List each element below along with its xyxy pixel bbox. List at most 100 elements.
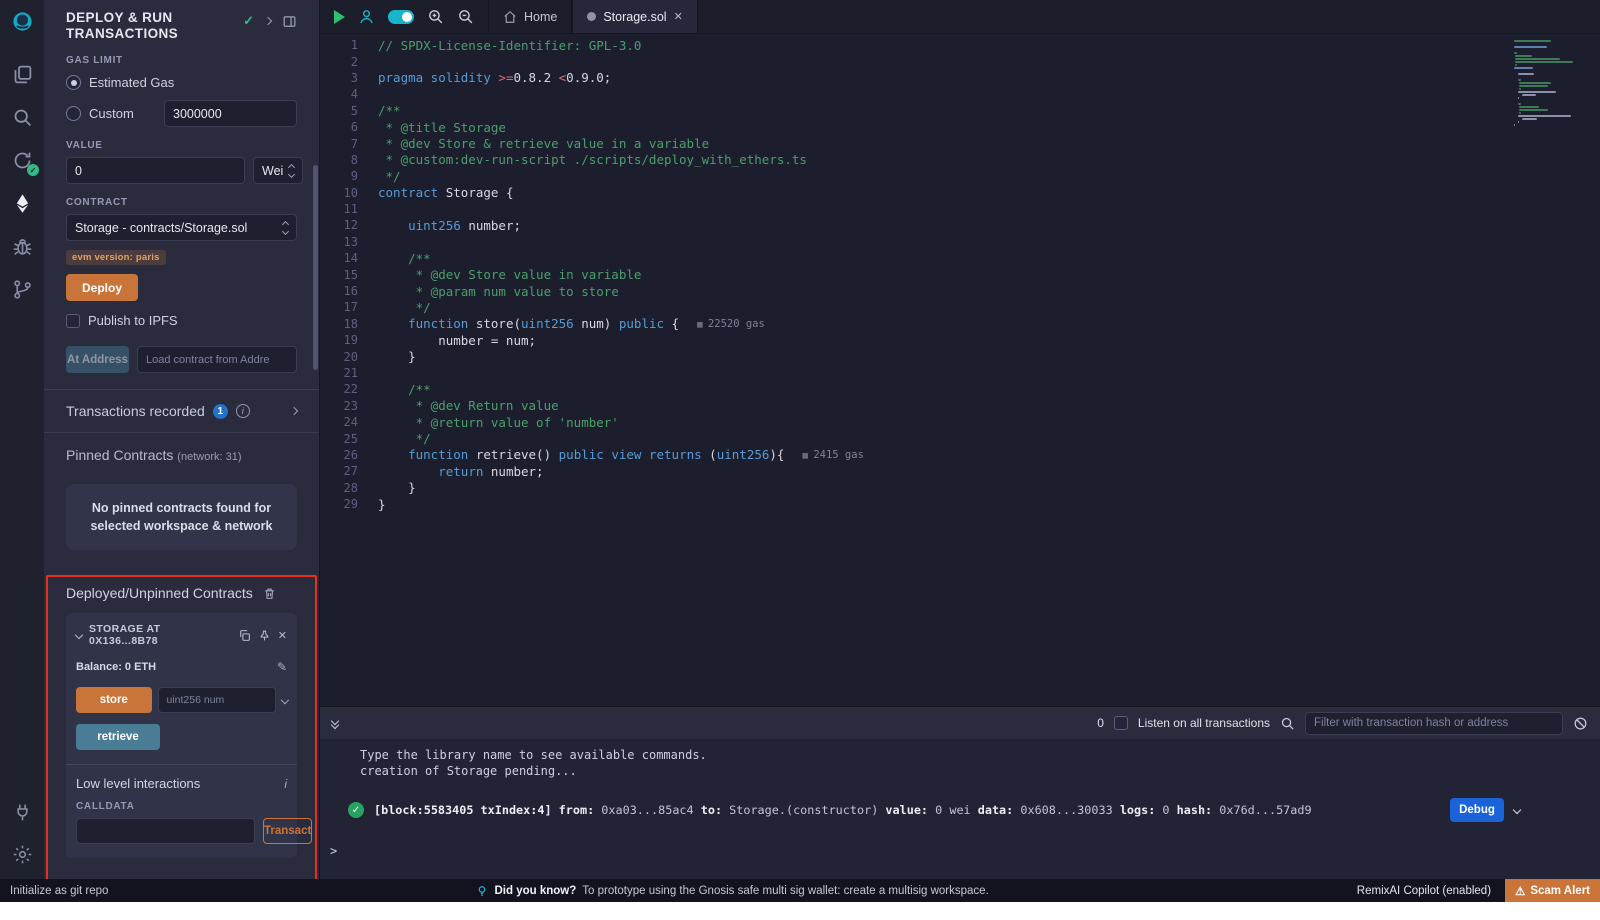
code-line: 3pragma solidity >=0.8.2 <0.9.0; [320, 70, 1600, 86]
icon-rail: ✓ [0, 0, 44, 879]
deploy-button[interactable]: Deploy [66, 274, 138, 301]
collapse-terminal-icon[interactable] [332, 718, 338, 728]
value-unit-select[interactable]: Wei [253, 157, 303, 184]
copilot-status[interactable]: RemixAI Copilot (enabled) [1357, 885, 1491, 897]
transaction-log-row[interactable]: ✓ [block:5583405 txIndex:4] from: 0xa03.… [320, 795, 1600, 825]
terminal-prompt[interactable]: > [320, 843, 1600, 859]
close-tab-icon[interactable]: ✕ [674, 10, 683, 23]
debugger-icon[interactable] [9, 233, 35, 259]
publish-ipfs-checkbox[interactable] [66, 314, 80, 328]
code-line: 7 * @dev Store & retrieve value in a var… [320, 135, 1600, 151]
search-icon[interactable] [9, 104, 35, 130]
code-line: 23 * @dev Return value [320, 398, 1600, 414]
terminal-output[interactable]: Type the library name to see available c… [320, 739, 1600, 879]
code-line: 5/** [320, 103, 1600, 119]
code-line: 25 */ [320, 430, 1600, 446]
retrieve-function-button[interactable]: retrieve [76, 724, 160, 750]
estimated-gas-radio[interactable] [66, 75, 81, 90]
code-line: 10contract Storage { [320, 185, 1600, 201]
contract-select-text: Storage - contracts/Storage.sol [75, 221, 277, 235]
terminal-search-icon[interactable] [1280, 716, 1295, 731]
code-line: 1// SPDX-License-Identifier: GPL-3.0 [320, 37, 1600, 53]
copilot-toggle[interactable] [388, 10, 414, 24]
tab-storage-sol[interactable]: Storage.sol ✕ [572, 0, 697, 33]
at-address-input[interactable] [137, 346, 297, 373]
zoom-in-icon[interactable] [427, 8, 444, 25]
contract-select[interactable]: Storage - contracts/Storage.sol [66, 214, 297, 241]
estimated-gas-option[interactable]: Estimated Gas [66, 75, 297, 90]
filter-input[interactable] [1305, 712, 1563, 735]
code-lines: 1// SPDX-License-Identifier: GPL-3.023pr… [320, 37, 1600, 512]
code-line: 20 } [320, 348, 1600, 364]
info-icon[interactable]: i [236, 404, 250, 418]
value-label: VALUE [66, 140, 297, 151]
code-line: 6 * @title Storage [320, 119, 1600, 135]
run-script-icon[interactable] [334, 10, 345, 24]
tx-log-text: [block:5583405 txIndex:4] from: 0xa03...… [374, 803, 1440, 818]
code-line: 15 * @dev Store value in variable [320, 266, 1600, 282]
git-icon[interactable] [9, 276, 35, 302]
annotation-highlight-rect: Deployed/Unpinned Contracts STORAGE AT 0… [46, 575, 317, 879]
file-explorer-icon[interactable] [9, 61, 35, 87]
ai-assistant-icon[interactable] [358, 8, 375, 25]
custom-gas-radio[interactable] [66, 106, 81, 121]
remix-logo-icon[interactable] [9, 8, 35, 34]
store-function-button[interactable]: store [76, 687, 152, 713]
code-line: 16 * @param num value to store [320, 283, 1600, 299]
copy-address-icon[interactable] [238, 629, 251, 642]
file-type-icon [587, 12, 596, 21]
expand-args-icon[interactable] [280, 696, 288, 704]
deploy-run-icon[interactable] [9, 190, 35, 216]
bulb-icon [476, 885, 488, 897]
scam-alert-text: Scam Alert [1530, 885, 1590, 897]
store-arg-input[interactable] [158, 687, 276, 713]
terminal-line: Type the library name to see available c… [320, 747, 1600, 763]
code-line: 22 /** [320, 381, 1600, 397]
expand-transactions-icon[interactable] [290, 407, 298, 415]
low-level-info-icon[interactable]: i [284, 777, 287, 791]
terminal-toolbar: 0 Listen on all transactions [320, 707, 1600, 739]
code-line: 28 } [320, 480, 1600, 496]
tx-success-icon: ✓ [348, 802, 364, 818]
listen-all-label: Listen on all transactions [1138, 716, 1270, 730]
remove-contract-icon[interactable]: ✕ [278, 629, 287, 642]
chevron-right-icon[interactable] [264, 17, 272, 25]
code-line: 21 [320, 365, 1600, 381]
collapse-contract-icon[interactable] [75, 631, 83, 639]
debug-button[interactable]: Debug [1450, 798, 1504, 822]
code-line: 2 [320, 53, 1600, 69]
plugin-manager-icon[interactable] [9, 799, 35, 825]
value-input[interactable] [66, 157, 245, 184]
settings-gear-icon[interactable] [9, 841, 35, 867]
deploy-run-panel: DEPLOY & RUN TRANSACTIONS ✓ GAS LIMIT Es… [44, 0, 320, 879]
tab-home[interactable]: Home [488, 0, 572, 33]
tip-text: To prototype using the Gnosis safe multi… [582, 885, 989, 897]
code-line: 14 /** [320, 250, 1600, 266]
home-icon [503, 10, 517, 24]
expand-tx-icon[interactable] [1513, 806, 1521, 814]
trash-icon[interactable] [263, 587, 276, 600]
pinned-contracts-title: Pinned Contracts [66, 447, 173, 463]
panel-scrollbar[interactable] [313, 165, 318, 370]
minimap[interactable] [1514, 40, 1584, 127]
deployed-contracts-title: Deployed/Unpinned Contracts [66, 585, 253, 601]
calldata-input[interactable] [76, 818, 255, 844]
solidity-compiler-icon[interactable]: ✓ [9, 147, 35, 173]
contract-instance-label: STORAGE AT 0X136...8B78 [89, 623, 231, 647]
git-init-status[interactable]: Initialize as git repo [0, 885, 108, 897]
transact-button[interactable]: Transact [263, 818, 312, 844]
transactions-recorded-label: Transactions recorded [66, 403, 205, 419]
custom-gas-input[interactable] [164, 100, 297, 127]
scam-alert-badge[interactable]: ⚠ Scam Alert [1505, 879, 1600, 902]
at-address-button[interactable]: At Address [66, 346, 129, 373]
code-line: 26 function retrieve() public view retur… [320, 447, 1600, 463]
zoom-out-icon[interactable] [457, 8, 474, 25]
pin-panel-icon[interactable] [282, 14, 297, 29]
edit-balance-icon[interactable]: ✎ [277, 660, 287, 674]
clear-console-icon[interactable] [1573, 716, 1588, 731]
code-editor[interactable]: 1// SPDX-License-Identifier: GPL-3.023pr… [320, 34, 1600, 706]
estimated-gas-text: Estimated Gas [89, 75, 174, 90]
pin-contract-icon[interactable] [258, 629, 271, 642]
listen-all-checkbox[interactable] [1114, 716, 1128, 730]
tip-bold-text: Did you know? [494, 885, 576, 897]
